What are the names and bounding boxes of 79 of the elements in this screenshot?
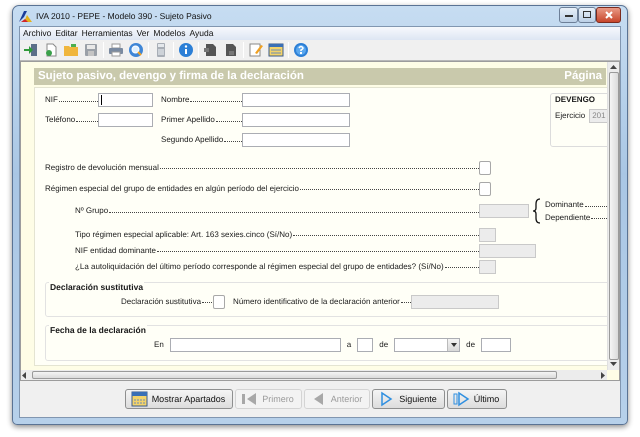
text-field[interactable]	[242, 93, 350, 107]
exit-icon[interactable]	[23, 42, 39, 58]
close-button[interactable]	[596, 6, 621, 22]
question-label: Registro de devolución mensual	[45, 162, 159, 172]
field-label: de	[379, 340, 388, 350]
checkbox[interactable]	[213, 294, 226, 309]
field-label: NIF	[45, 95, 58, 105]
horizontal-scrollbar[interactable]	[21, 370, 607, 380]
section-title: Sujeto pasivo, devengo y firma de la declaración	[38, 70, 304, 84]
checkbox[interactable]	[479, 182, 491, 196]
info-icon[interactable]	[178, 42, 194, 58]
field-label: Teléfono	[45, 115, 76, 125]
menu-item[interactable]: Modelos	[151, 28, 188, 39]
text-field[interactable]	[98, 93, 153, 107]
text-field[interactable]	[242, 133, 350, 147]
text-field[interactable]	[98, 113, 153, 127]
scroll-right-icon[interactable]	[601, 372, 606, 378]
field-label: Declaración sustitutiva	[121, 296, 202, 306]
folder-icon[interactable]	[63, 42, 79, 58]
edit-icon[interactable]	[248, 42, 264, 58]
checkbox[interactable]	[479, 160, 491, 174]
option-label: Dependiente	[545, 212, 590, 222]
print-icon[interactable]	[108, 42, 124, 58]
page-label: Página	[564, 70, 602, 84]
question-label: Tipo régimen especial aplicable: Art. 163 sexies.cinco (Sí/No)	[75, 230, 292, 240]
nav-button[interactable]: Mostrar Apartados	[124, 389, 234, 409]
window-title: IVA 2010 - PEPE - Modelo 390 - Sujeto Pasivo	[36, 10, 212, 22]
help-icon[interactable]	[293, 42, 309, 58]
search-icon[interactable]	[128, 42, 144, 58]
field-label: Primer Apellido	[161, 115, 215, 125]
sections-icon	[130, 391, 148, 407]
option-label: Dominante	[545, 200, 584, 210]
field-label: Segundo Apellido	[161, 135, 224, 145]
field-label: En	[154, 340, 164, 350]
field-label: Ejercicio	[555, 110, 586, 120]
last-icon	[452, 391, 470, 407]
menu-item[interactable]: Ver	[134, 28, 152, 39]
menu-item[interactable]: Herramientas	[80, 28, 135, 39]
fieldset-legend: Fecha de la declaración	[49, 324, 147, 335]
scroll-down-icon[interactable]	[610, 362, 617, 367]
scroll-thumb[interactable]	[32, 371, 557, 379]
text-field[interactable]	[242, 113, 350, 127]
question-label: ¿La autoliquidación del último período corresponde al régimen especial del grupo de entidades? (Sí/No)	[75, 262, 444, 272]
text-field[interactable]	[170, 338, 341, 352]
caret-icon	[450, 343, 457, 348]
document-icon[interactable]	[223, 42, 239, 58]
app-icon	[19, 10, 32, 22]
scroll-thumb[interactable]	[608, 72, 618, 360]
minimize-button[interactable]	[559, 6, 578, 22]
scroll-left-icon[interactable]	[22, 372, 27, 378]
brace-icon	[533, 198, 541, 224]
menu-item[interactable]: Archivo	[21, 28, 54, 39]
document-icon[interactable]	[203, 42, 219, 58]
text-cursor	[101, 95, 102, 105]
question-label: Régimen especial del grupo de entidades en algún período del ejercicio	[45, 184, 299, 194]
text-field[interactable]	[481, 338, 512, 352]
close-icon	[604, 10, 612, 18]
nav-button[interactable]: Último	[446, 389, 508, 409]
maximize-button[interactable]	[578, 6, 596, 22]
question-label: Nº Grupo	[75, 206, 108, 216]
question-label: NIF entidad dominante	[75, 246, 156, 256]
text-field[interactable]	[357, 338, 374, 352]
new-document-icon[interactable]	[43, 42, 59, 58]
sections-icon[interactable]	[268, 42, 284, 58]
field-label: a	[346, 340, 352, 350]
fieldset-legend: Declaración sustitutiva	[49, 282, 144, 292]
menu-item[interactable]: Ayuda	[188, 28, 216, 39]
save-icon[interactable]	[83, 42, 99, 58]
devengo-title: DEVENGO	[555, 95, 596, 105]
field-label: Nombre	[161, 95, 190, 105]
menu-item[interactable]: Editar	[53, 28, 80, 39]
maximize-icon	[583, 11, 591, 18]
first-icon	[241, 391, 258, 407]
field-label: Número identificativo de la declaración anterior	[233, 296, 400, 306]
vertical-scrollbar[interactable]	[607, 62, 619, 370]
month-dropdown[interactable]	[394, 338, 460, 352]
field-label: de	[466, 340, 476, 350]
scroll-up-icon[interactable]	[610, 65, 617, 70]
nav-button[interactable]: Siguiente	[372, 389, 445, 409]
